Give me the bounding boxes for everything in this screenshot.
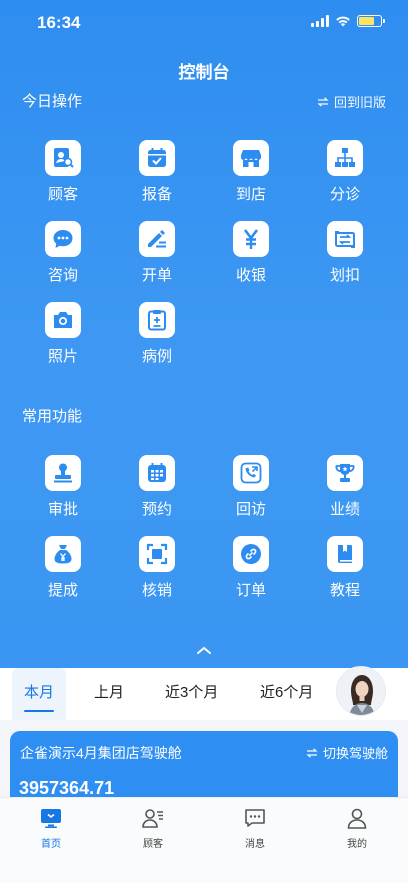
customer-search-icon: [45, 140, 81, 176]
op-label: 照片: [47, 348, 78, 365]
tab-this-month[interactable]: 本月: [12, 668, 66, 720]
op-cashier[interactable]: 收银: [204, 221, 298, 286]
tab-last-6-months[interactable]: 近6个月: [260, 668, 313, 720]
assistant-avatar[interactable]: [336, 666, 386, 716]
op-label: 顾客: [47, 186, 78, 203]
op-create-order[interactable]: 开单: [110, 221, 204, 286]
battery-icon: [357, 15, 385, 27]
op-label: 报备: [141, 186, 172, 203]
calendar-grid-icon: [139, 455, 175, 491]
cockpit-amount: 3957364.71: [19, 778, 115, 798]
today-ops-grid: 顾客 报备 到店 分诊 咨询 开单 收银 划扣 照片 病例: [16, 140, 392, 367]
pen-icon: [139, 221, 175, 257]
tab-last-month[interactable]: 上月: [94, 668, 124, 720]
op-label: 到店: [235, 186, 266, 203]
tab-label: 近6个月: [260, 684, 314, 701]
func-label: 审批: [47, 501, 78, 518]
tab-label: 上月: [94, 684, 125, 701]
hierarchy-icon: [327, 140, 363, 176]
nav-messages[interactable]: 消息: [225, 806, 285, 850]
switch-arrows-icon: [317, 96, 329, 107]
clipboard-medical-icon: [139, 302, 175, 338]
person-icon: [347, 808, 367, 829]
op-label: 咨询: [47, 267, 78, 284]
chat-bubble-icon: [45, 221, 81, 257]
nav-label: 我的: [347, 839, 367, 850]
cellular-signal-icon: [311, 15, 329, 27]
tab-last-3-months[interactable]: 近3个月: [165, 668, 218, 720]
op-label: 分诊: [329, 186, 360, 203]
nav-label: 消息: [245, 839, 265, 850]
nav-home[interactable]: 首页: [21, 806, 81, 850]
func-follow-up[interactable]: 回访: [204, 455, 298, 520]
func-approval[interactable]: 审批: [16, 455, 110, 520]
op-medical-records[interactable]: 病例: [110, 302, 204, 367]
phone-callback-icon: [233, 455, 269, 491]
tab-active-indicator: [24, 710, 54, 712]
stamp-icon: [45, 455, 81, 491]
trophy-icon: [327, 455, 363, 491]
func-orders[interactable]: 订单: [204, 536, 298, 601]
op-label: 划扣: [329, 267, 360, 284]
status-icons: [311, 15, 385, 27]
op-photos[interactable]: 照片: [16, 302, 110, 367]
status-bar: 16:34: [0, 0, 408, 44]
page-title: 控制台: [178, 63, 230, 82]
collapse-chevron-up-icon[interactable]: [196, 644, 212, 656]
switch-arrows-icon: [306, 747, 318, 758]
status-time: 16:34: [37, 13, 81, 32]
op-consult[interactable]: 咨询: [16, 221, 110, 286]
func-label: 订单: [235, 582, 266, 599]
op-label: 收银: [235, 267, 266, 284]
nav-label: 顾客: [143, 839, 163, 850]
op-report[interactable]: 报备: [110, 140, 204, 205]
func-performance[interactable]: 业绩: [298, 455, 392, 520]
switch-cockpit-button[interactable]: 切换驾驶舱: [306, 743, 388, 762]
op-label: 病例: [141, 348, 172, 365]
func-commission[interactable]: 提成: [16, 536, 110, 601]
func-label: 核销: [141, 582, 172, 599]
today-ops-title: 今日操作: [22, 93, 83, 110]
wifi-icon: [336, 16, 350, 27]
money-bag-icon: [45, 536, 81, 572]
store-icon: [233, 140, 269, 176]
op-triage[interactable]: 分诊: [298, 140, 392, 205]
func-appointment[interactable]: 预约: [110, 455, 204, 520]
func-label: 业绩: [329, 501, 360, 518]
switch-cockpit-label: 切换驾驶舱: [322, 746, 388, 761]
func-write-off[interactable]: 核销: [110, 536, 204, 601]
nav-customers[interactable]: 顾客: [123, 806, 183, 850]
hero-panel: 16:34 控制台 今日操作 回到旧版 顾客 报备 到店 分诊 咨询 开单 收银…: [0, 0, 408, 668]
yen-icon: [233, 221, 269, 257]
func-label: 回访: [235, 501, 266, 518]
message-icon: [245, 809, 265, 827]
func-label: 预约: [141, 501, 172, 518]
func-label: 提成: [47, 582, 78, 599]
tab-label: 近3个月: [165, 684, 219, 701]
op-arrival[interactable]: 到店: [204, 140, 298, 205]
op-customer[interactable]: 顾客: [16, 140, 110, 205]
back-to-old-version-label: 回到旧版: [333, 95, 386, 110]
func-label: 教程: [329, 582, 360, 599]
common-funcs-grid: 审批 预约 回访 业绩 提成 核销 订单 教程: [16, 455, 392, 601]
camera-icon: [45, 302, 81, 338]
transfer-icon: [327, 221, 363, 257]
common-funcs-title: 常用功能: [22, 408, 83, 425]
cockpit-name: 企雀演示4月集团店驾驶舱: [20, 745, 182, 761]
link-icon: [233, 536, 269, 572]
book-icon: [327, 536, 363, 572]
nav-label: 首页: [41, 839, 61, 850]
bottom-tab-bar: 首页 顾客 消息 我的: [0, 797, 408, 883]
calendar-check-icon: [139, 140, 175, 176]
func-tutorial[interactable]: 教程: [298, 536, 392, 601]
monitor-icon: [41, 809, 61, 828]
nav-profile[interactable]: 我的: [327, 806, 387, 850]
op-deduct[interactable]: 划扣: [298, 221, 392, 286]
scan-icon: [139, 536, 175, 572]
tab-label: 本月: [23, 684, 54, 701]
op-label: 开单: [141, 267, 172, 284]
back-to-old-version-button[interactable]: 回到旧版: [317, 92, 386, 111]
user-list-icon: [142, 809, 163, 828]
